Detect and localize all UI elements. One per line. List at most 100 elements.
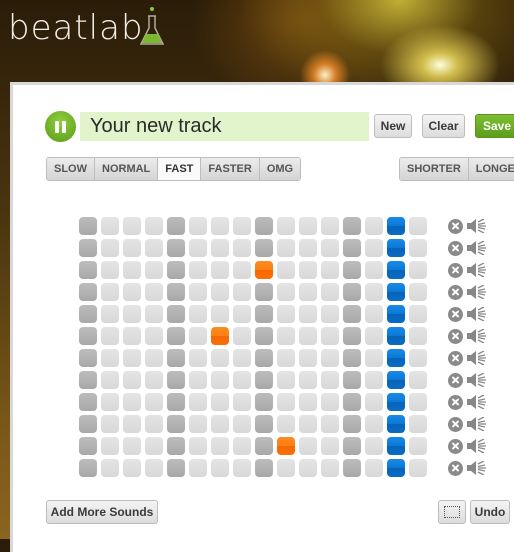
step-cell[interactable] <box>321 217 339 235</box>
step-cell[interactable] <box>189 283 207 301</box>
speaker-icon[interactable] <box>467 395 487 409</box>
step-cell[interactable] <box>277 349 295 367</box>
step-cell[interactable] <box>299 371 317 389</box>
step-cell[interactable] <box>145 261 163 279</box>
step-cell[interactable] <box>189 217 207 235</box>
step-cell[interactable] <box>343 305 361 323</box>
step-cell[interactable] <box>365 349 383 367</box>
undo-button[interactable]: Undo <box>470 500 510 524</box>
step-cell[interactable] <box>145 327 163 345</box>
speaker-icon[interactable] <box>467 263 487 277</box>
step-cell[interactable] <box>409 305 427 323</box>
step-cell[interactable] <box>123 239 141 257</box>
step-cell[interactable] <box>101 261 119 279</box>
step-cell[interactable] <box>365 437 383 455</box>
step-cell[interactable] <box>409 459 427 477</box>
tempo-normal[interactable]: NORMAL <box>95 158 159 180</box>
remove-sound-icon[interactable] <box>448 350 463 366</box>
step-cell[interactable] <box>343 371 361 389</box>
step-cell[interactable] <box>189 415 207 433</box>
remove-sound-icon[interactable] <box>448 372 463 388</box>
step-cell[interactable] <box>79 459 97 477</box>
step-cell[interactable] <box>299 459 317 477</box>
step-cell[interactable] <box>387 371 405 389</box>
shorter-button[interactable]: SHORTER <box>400 158 469 180</box>
remove-sound-icon[interactable] <box>448 262 463 278</box>
step-cell[interactable] <box>277 283 295 301</box>
step-cell[interactable] <box>255 305 273 323</box>
step-cell[interactable] <box>343 217 361 235</box>
step-cell[interactable] <box>343 459 361 477</box>
step-cell[interactable] <box>211 459 229 477</box>
beatlab-logo[interactable]: beatlab <box>8 6 166 48</box>
step-cell[interactable] <box>167 437 185 455</box>
step-cell[interactable] <box>101 371 119 389</box>
longer-button[interactable]: LONGER <box>468 158 514 180</box>
tempo-fast[interactable]: FAST <box>158 158 202 180</box>
step-cell[interactable] <box>387 239 405 257</box>
step-cell[interactable] <box>211 415 229 433</box>
step-cell[interactable] <box>101 305 119 323</box>
tempo-faster[interactable]: FASTER <box>201 158 260 180</box>
step-cell[interactable] <box>167 283 185 301</box>
step-cell[interactable] <box>277 327 295 345</box>
step-cell[interactable] <box>145 371 163 389</box>
step-cell[interactable] <box>167 239 185 257</box>
remove-sound-icon[interactable] <box>448 284 463 300</box>
step-cell[interactable] <box>277 305 295 323</box>
step-cell[interactable] <box>79 305 97 323</box>
step-cell[interactable] <box>211 305 229 323</box>
step-cell[interactable] <box>255 459 273 477</box>
step-cell[interactable] <box>387 415 405 433</box>
step-cell[interactable] <box>145 437 163 455</box>
step-cell-active[interactable] <box>211 327 229 345</box>
step-cell[interactable] <box>189 239 207 257</box>
speaker-icon[interactable] <box>467 329 487 343</box>
speaker-icon[interactable] <box>467 241 487 255</box>
step-cell[interactable] <box>365 393 383 411</box>
step-cell[interactable] <box>123 327 141 345</box>
step-cell[interactable] <box>211 239 229 257</box>
step-cell[interactable] <box>211 217 229 235</box>
speaker-icon[interactable] <box>467 351 487 365</box>
step-cell[interactable] <box>409 415 427 433</box>
step-cell[interactable] <box>299 261 317 279</box>
step-cell[interactable] <box>123 283 141 301</box>
step-cell[interactable] <box>255 393 273 411</box>
step-cell[interactable] <box>233 217 251 235</box>
step-cell[interactable] <box>321 305 339 323</box>
step-cell[interactable] <box>79 415 97 433</box>
select-region-button[interactable] <box>438 500 466 524</box>
step-cell[interactable] <box>123 349 141 367</box>
step-cell[interactable] <box>255 415 273 433</box>
step-cell[interactable] <box>365 305 383 323</box>
step-cell[interactable] <box>255 217 273 235</box>
step-cell[interactable] <box>79 217 97 235</box>
step-cell[interactable] <box>299 415 317 433</box>
step-cell[interactable] <box>145 393 163 411</box>
step-cell[interactable] <box>321 261 339 279</box>
step-cell[interactable] <box>255 371 273 389</box>
step-cell[interactable] <box>299 217 317 235</box>
step-cell[interactable] <box>211 437 229 455</box>
step-cell[interactable] <box>387 349 405 367</box>
step-cell[interactable] <box>79 261 97 279</box>
step-cell[interactable] <box>79 283 97 301</box>
step-cell[interactable] <box>255 239 273 257</box>
step-cell[interactable] <box>79 349 97 367</box>
step-cell[interactable] <box>365 327 383 345</box>
remove-sound-icon[interactable] <box>448 328 463 344</box>
clear-button[interactable]: Clear <box>422 114 465 138</box>
step-cell[interactable] <box>409 217 427 235</box>
step-cell[interactable] <box>211 261 229 279</box>
step-cell[interactable] <box>123 415 141 433</box>
step-cell[interactable] <box>343 415 361 433</box>
step-cell[interactable] <box>145 283 163 301</box>
step-cell[interactable] <box>101 217 119 235</box>
step-cell[interactable] <box>277 415 295 433</box>
step-cell[interactable] <box>189 437 207 455</box>
save-button[interactable]: Save <box>475 114 514 138</box>
remove-sound-icon[interactable] <box>448 306 463 322</box>
step-cell[interactable] <box>189 459 207 477</box>
step-cell[interactable] <box>101 393 119 411</box>
